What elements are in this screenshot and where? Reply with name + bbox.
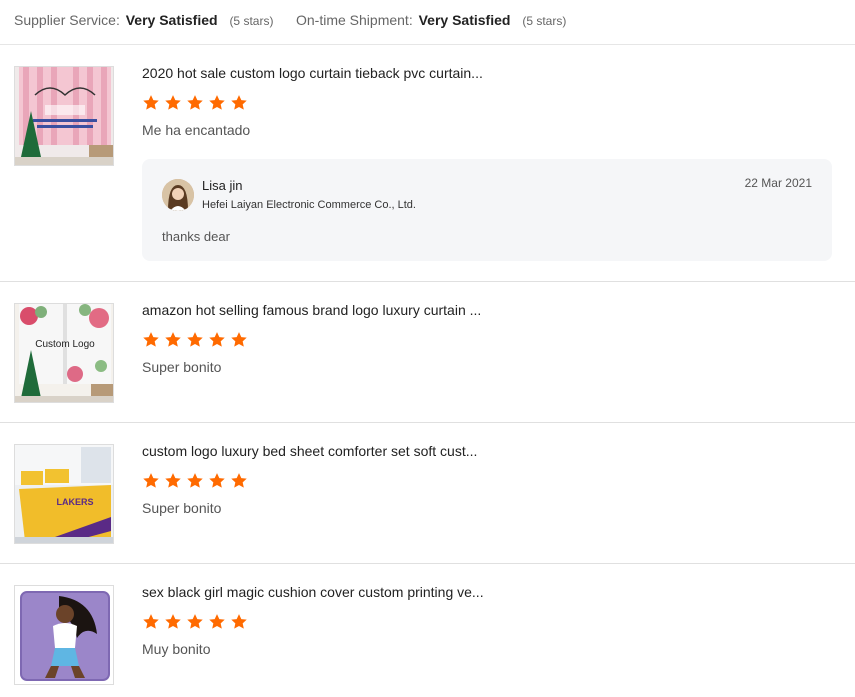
- star-icon: [187, 332, 203, 347]
- star-rating: [142, 613, 252, 631]
- product-title-link[interactable]: 2020 hot sale custom logo curtain tiebac…: [142, 65, 483, 81]
- star-icon: [209, 95, 225, 110]
- star-icon: [143, 614, 159, 629]
- on-time-shipment-value: Very Satisfied: [418, 12, 511, 28]
- product-title-link[interactable]: custom logo luxury bed sheet comforter s…: [142, 443, 477, 459]
- review-comment: Muy bonito: [142, 641, 211, 657]
- review-item: 2020 hot sale custom logo curtain tiebac…: [0, 45, 855, 282]
- pink-curtain-thumbnail[interactable]: [14, 66, 114, 166]
- supplier-service-value: Very Satisfied: [125, 12, 218, 28]
- star-icon: [165, 95, 181, 110]
- floral-curtain-thumbnail[interactable]: Custom Logo: [14, 303, 114, 403]
- star-icon: [231, 614, 247, 629]
- star-icon: [209, 473, 225, 488]
- on-time-shipment-stars: (5 stars): [522, 14, 567, 28]
- bedding-set-thumbnail[interactable]: LAKERS: [14, 444, 114, 544]
- star-icon: [165, 473, 181, 488]
- star-icon: [143, 332, 159, 347]
- on-time-shipment-label: On-time Shipment:: [296, 12, 413, 28]
- star-icon: [187, 473, 203, 488]
- star-rating: [142, 331, 252, 349]
- review-item: LAKERS custom logo luxury bed sheet comf…: [0, 423, 855, 564]
- avatar: [162, 179, 194, 211]
- ratings-summary-bar: Supplier Service: Very Satisfied (5 star…: [0, 0, 855, 45]
- cushion-cover-thumbnail[interactable]: [14, 585, 114, 685]
- reply-author-name: Lisa jin: [202, 178, 243, 193]
- review-comment: Super bonito: [142, 500, 222, 516]
- star-icon: [165, 614, 181, 629]
- star-rating: [142, 472, 252, 490]
- star-icon: [143, 473, 159, 488]
- star-icon: [231, 95, 247, 110]
- review-item: sex black girl magic cushion cover custo…: [0, 564, 855, 697]
- reply-date: 22 Mar 2021: [744, 176, 812, 190]
- review-comment: Me ha encantado: [142, 122, 251, 138]
- thumbnail-brand-text: LAKERS: [56, 497, 93, 507]
- star-icon: [231, 332, 247, 347]
- product-title-link[interactable]: amazon hot selling famous brand logo lux…: [142, 302, 481, 318]
- supplier-service-label: Supplier Service:: [14, 12, 120, 28]
- star-icon: [187, 95, 203, 110]
- star-icon: [209, 332, 225, 347]
- review-comment: Super bonito: [142, 359, 222, 375]
- star-icon: [165, 332, 181, 347]
- review-item: Custom Logo amazon hot selling famous br…: [0, 282, 855, 423]
- star-icon: [231, 473, 247, 488]
- star-icon: [209, 614, 225, 629]
- supplier-service-stars: (5 stars): [229, 14, 274, 28]
- reply-text: thanks dear: [162, 229, 230, 244]
- star-icon: [187, 614, 203, 629]
- on-time-shipment-rating: On-time Shipment: Very Satisfied (5 star…: [296, 12, 566, 28]
- supplier-service-rating: Supplier Service: Very Satisfied (5 star…: [14, 12, 273, 28]
- thumbnail-logo-text: Custom Logo: [35, 339, 95, 350]
- product-title-link[interactable]: sex black girl magic cushion cover custo…: [142, 584, 484, 600]
- star-icon: [143, 95, 159, 110]
- supplier-reply: Lisa jin Hefei Laiyan Electronic Commerc…: [142, 159, 832, 261]
- reply-company-name: Hefei Laiyan Electronic Commerce Co., Lt…: [202, 199, 416, 211]
- star-rating: [142, 94, 252, 112]
